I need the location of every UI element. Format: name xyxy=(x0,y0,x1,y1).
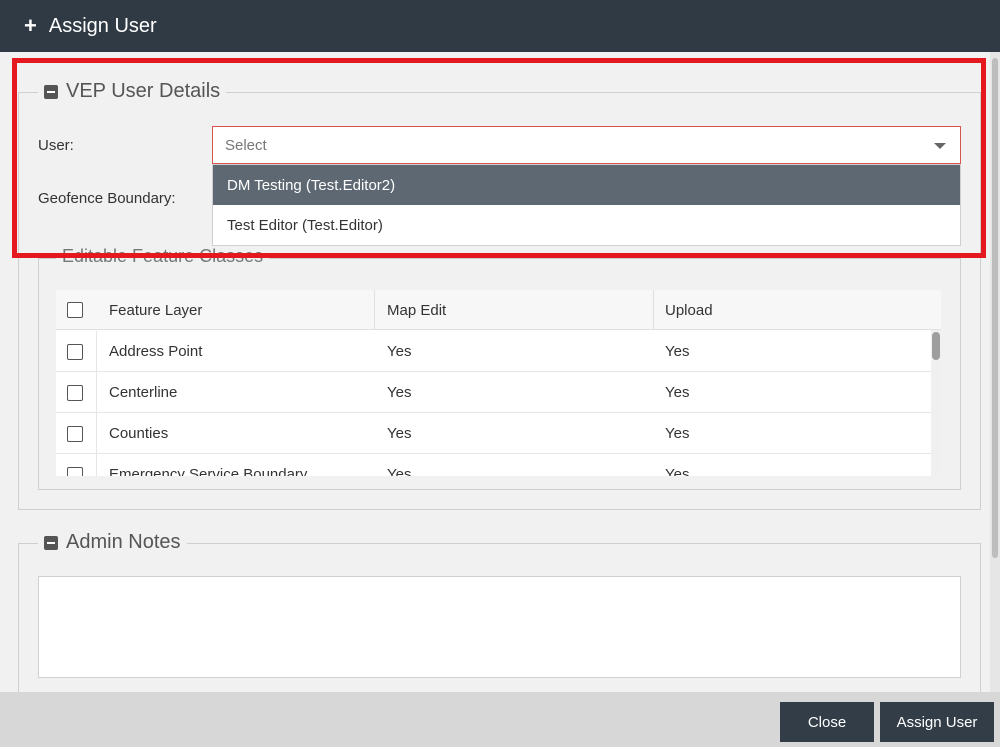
column-header-feature-layer[interactable]: Feature Layer xyxy=(109,290,202,330)
collapse-icon[interactable] xyxy=(44,535,58,550)
assign-user-button[interactable]: Assign User xyxy=(880,702,994,742)
vep-section-title: VEP User Details xyxy=(66,80,221,102)
cell-upload: Yes xyxy=(665,424,690,442)
close-button[interactable]: Close xyxy=(780,702,874,742)
collapse-icon[interactable] xyxy=(44,84,58,99)
dropdown-option[interactable]: Test Editor (Test.Editor) xyxy=(213,205,960,245)
user-select-placeholder: Select xyxy=(225,136,267,154)
row-divider xyxy=(96,413,97,454)
admin-notes-textarea[interactable] xyxy=(38,576,961,678)
chevron-down-icon[interactable] xyxy=(934,143,946,149)
table-row[interactable]: Centerline Yes Yes xyxy=(56,372,931,413)
column-divider xyxy=(653,290,654,330)
grid-header: Feature Layer Map Edit Upload xyxy=(56,290,941,330)
geofence-label: Geofence Boundary: xyxy=(38,190,176,207)
dropdown-option[interactable]: DM Testing (Test.Editor2) xyxy=(213,165,960,205)
cell-feature-layer: Address Point xyxy=(109,342,203,360)
column-header-upload[interactable]: Upload xyxy=(665,290,713,330)
grid-scrollbar[interactable] xyxy=(931,330,941,476)
dialog-scrollbar[interactable] xyxy=(990,52,1000,692)
cell-feature-layer: Centerline xyxy=(109,383,178,401)
dialog-titlebar: + Assign User xyxy=(0,0,1000,52)
user-select[interactable]: Select xyxy=(212,126,961,164)
grid-scrollbar-thumb[interactable] xyxy=(932,332,940,360)
row-checkbox[interactable] xyxy=(67,385,83,401)
cell-upload: Yes xyxy=(665,383,690,401)
row-checkbox[interactable] xyxy=(67,344,83,360)
cell-upload: Yes xyxy=(665,465,690,477)
cell-feature-layer: Counties xyxy=(109,424,169,442)
table-row[interactable]: Address Point Yes Yes xyxy=(56,331,931,372)
select-all-checkbox[interactable] xyxy=(67,302,83,318)
cell-upload: Yes xyxy=(665,342,690,360)
cell-map-edit: Yes xyxy=(387,342,412,360)
user-dropdown-list: DM Testing (Test.Editor2) Test Editor (T… xyxy=(212,164,961,246)
cell-feature-layer: Emergency Service Boundary xyxy=(109,465,308,477)
column-header-map-edit[interactable]: Map Edit xyxy=(387,290,446,330)
admin-notes-title: Admin Notes xyxy=(66,531,181,553)
dialog-scrollbar-thumb[interactable] xyxy=(992,58,998,558)
table-row[interactable]: Counties Yes Yes xyxy=(56,413,931,454)
plus-icon: + xyxy=(24,13,37,38)
table-row[interactable]: Emergency Service Boundary Yes Yes xyxy=(56,454,931,476)
feature-classes-legend: Editable Feature Classes xyxy=(56,246,270,267)
row-divider xyxy=(96,331,97,372)
feature-grid: Feature Layer Map Edit Upload Address Po… xyxy=(56,290,941,476)
row-checkbox[interactable] xyxy=(67,426,83,442)
row-divider xyxy=(96,454,97,476)
user-label: User: xyxy=(38,137,74,154)
row-divider xyxy=(96,372,97,413)
cell-map-edit: Yes xyxy=(387,383,412,401)
vep-section-legend[interactable]: VEP User Details xyxy=(38,80,227,103)
cell-map-edit: Yes xyxy=(387,424,412,442)
dialog-title: Assign User xyxy=(48,14,157,37)
column-divider xyxy=(374,290,375,330)
row-checkbox[interactable] xyxy=(67,467,83,476)
admin-notes-legend[interactable]: Admin Notes xyxy=(38,531,187,554)
cell-map-edit: Yes xyxy=(387,465,412,477)
